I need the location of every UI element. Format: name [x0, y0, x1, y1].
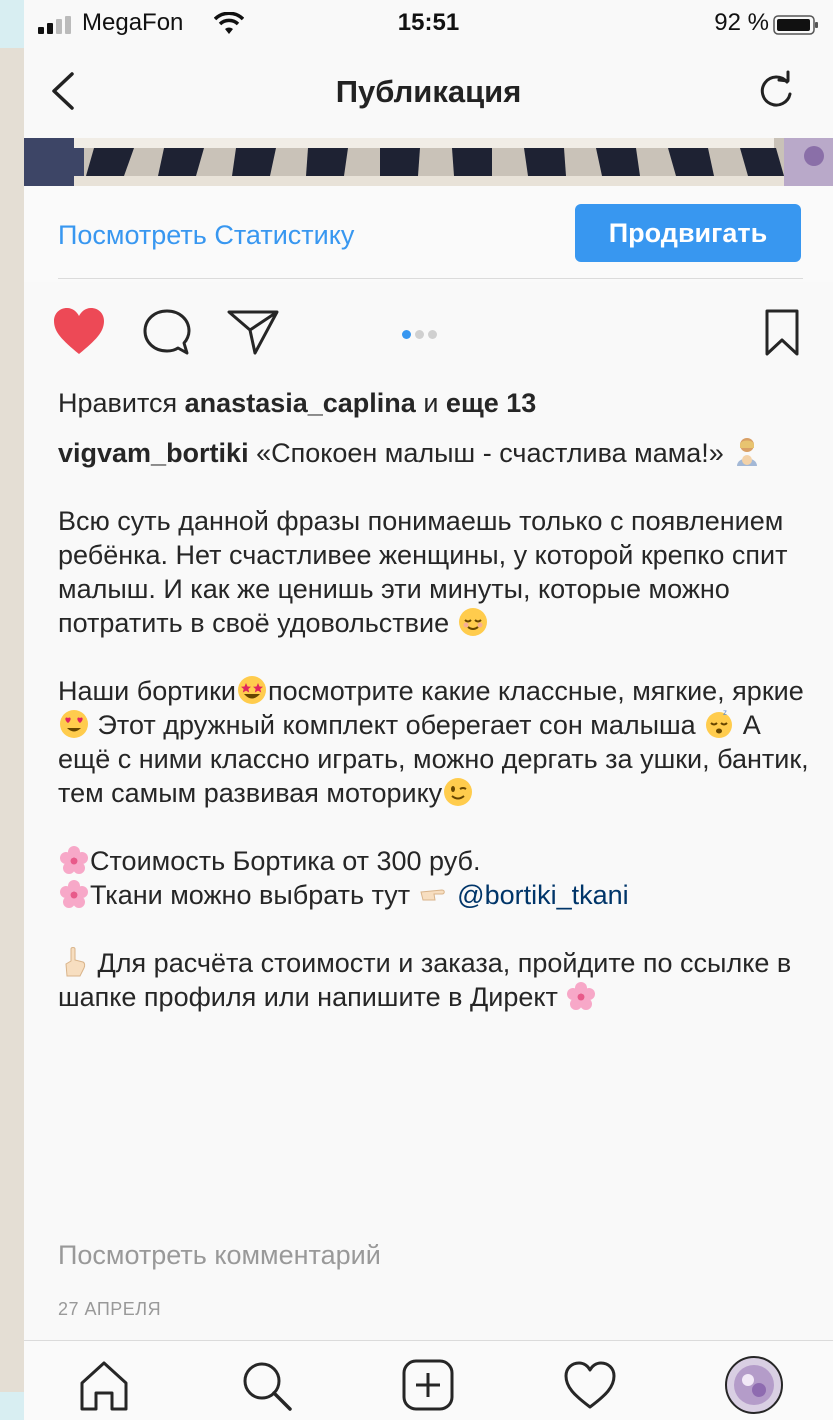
comment-icon[interactable] [142, 308, 192, 356]
relieved-face-emoji-icon [458, 608, 487, 636]
view-comments-link[interactable]: Посмотреть комментарий [58, 1238, 381, 1272]
carousel-dot [428, 330, 437, 339]
author-username[interactable]: vigvam_bortiki [58, 438, 249, 468]
battery-percent: 92 % [714, 9, 769, 36]
winking-face-emoji-icon [444, 778, 473, 806]
bookmark-icon[interactable] [764, 308, 800, 358]
mother-emoji-icon [737, 438, 758, 466]
activity-heart-icon[interactable] [562, 1357, 618, 1413]
star-struck-emoji-icon [238, 676, 267, 704]
caption-quote: «Спокоен малыш - счастлива мама!» [256, 438, 724, 468]
home-icon[interactable] [76, 1357, 132, 1413]
price-line: Стоимость Бортика от 300 руб. [90, 846, 481, 876]
cherry-blossom-emoji-icon [60, 846, 88, 874]
carousel-dot [402, 330, 411, 339]
battery-icon [773, 15, 818, 35]
likes-user[interactable]: anastasia_caplina [185, 388, 416, 418]
edge-bottom [0, 1392, 24, 1420]
carousel-dot [415, 330, 424, 339]
likes-line: Нравится anastasia_caplina и еще 13 [58, 386, 536, 420]
likes-and: и [423, 388, 439, 418]
background-edge [0, 0, 24, 1420]
page-title: Публикация [335, 74, 522, 109]
sleeping-face-emoji-icon: z [706, 708, 733, 738]
carousel-indicator [402, 326, 441, 344]
refresh-icon[interactable] [755, 70, 797, 112]
heart-icon[interactable] [52, 306, 106, 356]
caption-paragraph-1: Всю суть данной фразы понимаешь только с… [58, 506, 788, 638]
bottom-tab-bar [24, 1340, 833, 1420]
edge-top [0, 0, 24, 48]
navigation-bar: Публикация [24, 48, 833, 136]
search-icon[interactable] [238, 1357, 294, 1413]
likes-prefix: Нравится [58, 388, 178, 418]
cherry-blossom-emoji-icon [567, 982, 596, 1010]
post-date: 27 АПРЕЛЯ [58, 1299, 162, 1319]
cherry-blossom-emoji-icon [60, 880, 88, 908]
post-actions [24, 290, 833, 380]
svg-text:z: z [723, 708, 727, 717]
promote-button[interactable]: Продвигать [575, 204, 801, 262]
fabric-line: Ткани можно выбрать тут [90, 880, 411, 910]
caption-paragraph-2a: Наши бортики [58, 676, 237, 706]
caption-paragraph-2c: Этот дружный комплект оберегает сон малы… [90, 710, 696, 740]
post-caption: vigvam_bortiki «Спокоен малыш - счастлив… [58, 436, 818, 1014]
profile-avatar[interactable] [724, 1355, 784, 1415]
add-post-icon[interactable] [400, 1357, 456, 1413]
view-insights-link[interactable]: Посмотреть Статистику [58, 220, 354, 251]
share-icon[interactable] [226, 308, 280, 356]
divider [58, 278, 803, 279]
pointing-right-emoji-icon [420, 889, 445, 901]
post-image[interactable] [24, 138, 833, 186]
clock: 15:51 [397, 9, 460, 36]
fabric-mention-link[interactable]: @bortiki_tkani [457, 880, 628, 910]
pointing-up-emoji-icon [65, 947, 86, 977]
likes-more[interactable]: еще 13 [446, 388, 536, 418]
order-line: Для расчёта стоимости и заказа, пройдите… [58, 948, 792, 1012]
heart-eyes-emoji-icon [60, 710, 88, 738]
status-bar: MegaFon 15:51 92 % [24, 0, 833, 48]
caption-paragraph-2b: посмотрите какие классные, мягкие, яркие [268, 676, 804, 706]
phone-screen: MegaFon 15:51 92 % Публикация Посмотреть… [24, 0, 833, 1420]
promotion-row: Посмотреть Статистику Продвигать [24, 186, 833, 282]
